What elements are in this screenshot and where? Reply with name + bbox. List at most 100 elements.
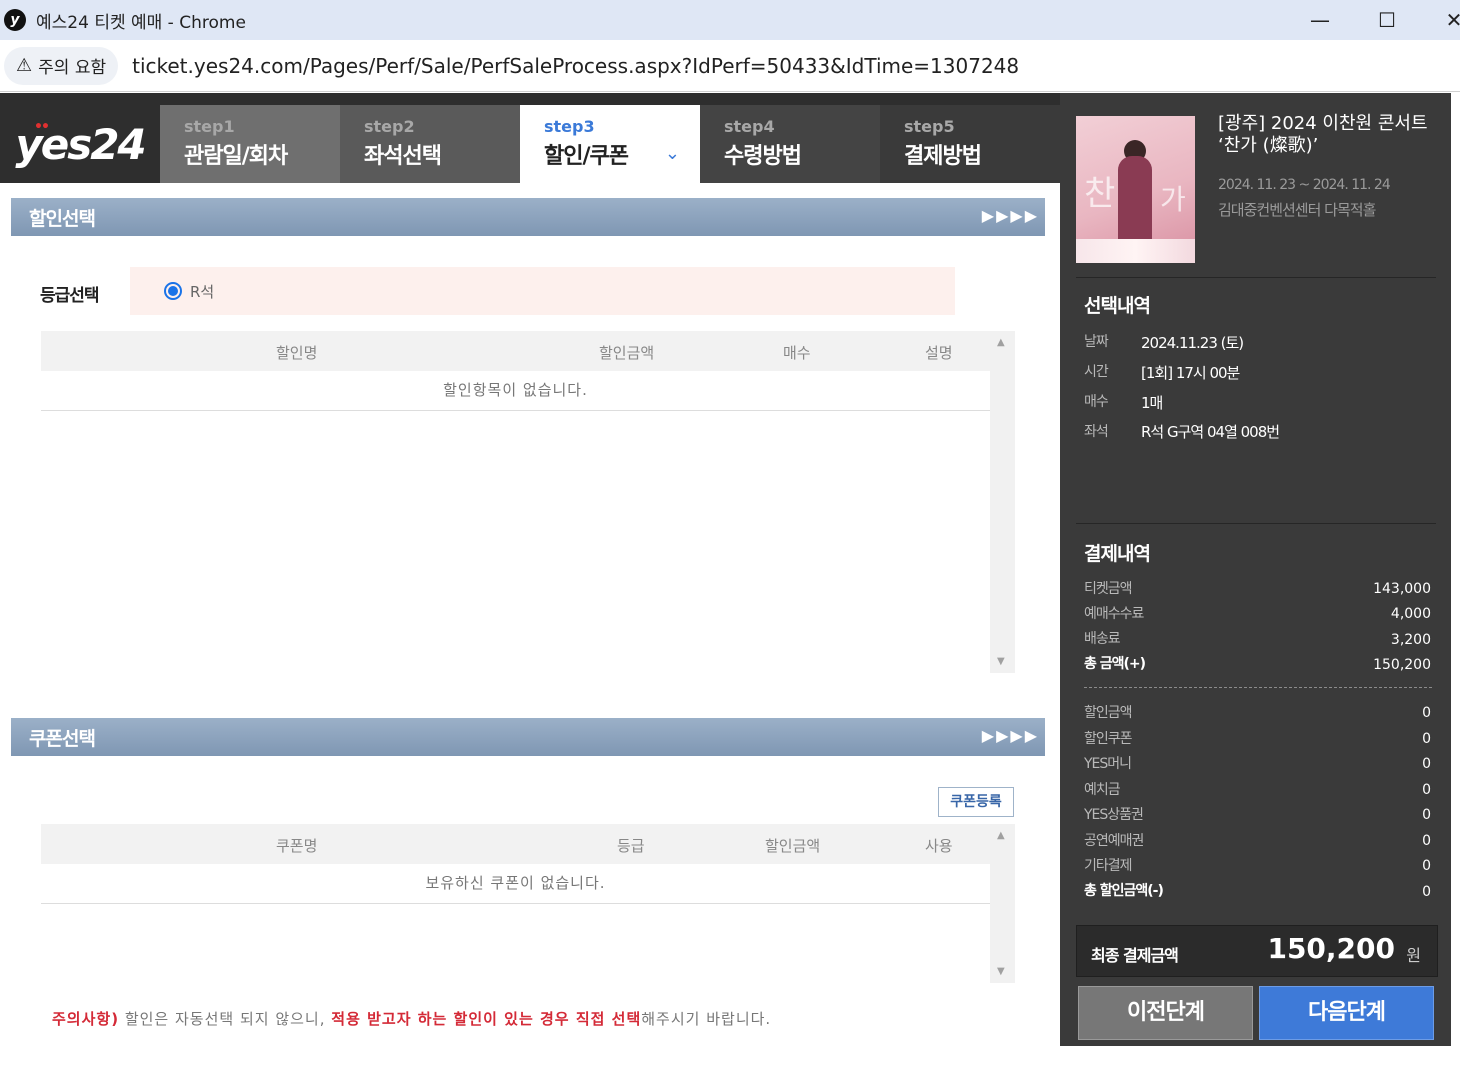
maximize-button[interactable]: ☐ — [1357, 0, 1417, 40]
selection-key: 매수 — [1084, 394, 1109, 410]
discount-table: 할인명 할인금액 매수 설명 할인항목이 없습니다. ▲ ▼ — [41, 331, 1015, 673]
notice-prefix: 주의사항) — [52, 1010, 120, 1028]
selection-value: 1매 — [1141, 394, 1163, 412]
arrow-right-icons: ▶▶▶▶ — [981, 726, 1039, 745]
payment-key: 티켓금액 — [1084, 581, 1133, 597]
address-bar: ⚠ 주의 요함 ticket.yes24.com/Pages/Perf/Sale… — [0, 40, 1460, 92]
discount-empty-message: 할인항목이 없습니다. — [41, 371, 990, 411]
coupon-register-button[interactable]: 쿠폰등록 — [938, 787, 1014, 817]
step-label: 결제방법 — [904, 144, 982, 169]
step-1-tab[interactable]: step1 관람일/회차 — [160, 105, 340, 183]
column-header: 할인금액 — [599, 344, 655, 362]
step-4-tab[interactable]: step4 수령방법 — [700, 105, 880, 183]
chevron-down-icon: ⌄ — [664, 143, 680, 164]
discount-notice: 주의사항) 할인은 자동선택 되지 않으니, 적용 받고자 하는 할인이 있는 … — [52, 1008, 771, 1029]
notice-highlight: 적용 받고자 하는 할인이 있는 경우 직접 선택 — [331, 1010, 642, 1028]
grade-label: 등급선택 — [40, 286, 100, 306]
scroll-down-icon[interactable]: ▼ — [997, 656, 1005, 667]
arrow-right-icons: ▶▶▶▶ — [981, 206, 1039, 225]
selection-key: 좌석 — [1084, 424, 1109, 440]
divider — [1076, 277, 1436, 278]
step-label: 수령방법 — [724, 144, 802, 169]
final-amount-box: 최종 결제금액 150,200 원 — [1076, 925, 1438, 977]
selection-value: R석 G구역 04열 008번 — [1141, 423, 1280, 441]
page-content: •• yes24 step1 관람일/회차 step2 좌석선택 step3 할… — [0, 93, 1460, 1065]
coupon-scrollbar[interactable]: ▲ ▼ — [990, 824, 1015, 983]
close-button[interactable]: ✕ — [1424, 0, 1460, 40]
discount-section-header: 할인선택 ▶▶▶▶ — [11, 198, 1045, 236]
discount-key: YES머니 — [1084, 756, 1132, 772]
step-2-tab[interactable]: step2 좌석선택 — [340, 105, 520, 183]
column-header: 등급 — [617, 837, 645, 855]
payment-value-total: 150,200 — [1373, 657, 1431, 673]
coupon-table-header: 쿠폰명 등급 할인금액 사용 — [41, 824, 990, 864]
step-5-tab[interactable]: step5 결제방법 — [880, 105, 1060, 183]
prev-step-button[interactable]: 이전단계 — [1078, 986, 1253, 1040]
discount-key-total: 총 할인금액(-) — [1084, 883, 1164, 899]
discount-key: YES상품권 — [1084, 807, 1144, 823]
payment-value: 3,200 — [1390, 632, 1431, 648]
discount-value: 0 — [1422, 756, 1431, 772]
yes24-logo[interactable]: •• yes24 — [0, 105, 160, 183]
final-amount-value: 150,200 — [1267, 932, 1395, 965]
discount-key: 할인금액 — [1084, 705, 1133, 721]
step-number: step4 — [724, 117, 775, 136]
discount-value: 0 — [1422, 705, 1431, 721]
booking-header: •• yes24 step1 관람일/회차 step2 좌석선택 step3 할… — [0, 105, 1060, 183]
discount-value: 0 — [1422, 858, 1431, 874]
performance-poster: 찬 가 — [1076, 116, 1195, 263]
scroll-up-icon[interactable]: ▲ — [997, 337, 1005, 348]
discount-scrollbar[interactable]: ▲ ▼ — [990, 331, 1015, 673]
discount-key: 공연예매권 — [1084, 833, 1144, 849]
selection-value: 2024.11.23 (토) — [1141, 334, 1244, 352]
column-header: 할인금액 — [765, 837, 821, 855]
payment-value: 4,000 — [1390, 606, 1431, 622]
discount-key: 예치금 — [1084, 782, 1121, 798]
step-number: step3 — [544, 117, 595, 136]
warning-icon: ⚠ — [16, 55, 33, 76]
logo-dots-icon: •• — [34, 119, 50, 135]
discount-value: 0 — [1422, 833, 1431, 849]
step-number: step5 — [904, 117, 955, 136]
discount-key: 기타결제 — [1084, 858, 1133, 874]
column-header: 할인명 — [276, 344, 318, 362]
column-header: 사용 — [925, 837, 953, 855]
discount-table-header: 할인명 할인금액 매수 설명 — [41, 331, 990, 371]
notice-text: 해주시기 바랍니다. — [641, 1010, 772, 1028]
minimize-button[interactable]: — — [1290, 0, 1350, 40]
discount-value: 0 — [1422, 782, 1431, 798]
discount-key: 할인쿠폰 — [1084, 731, 1133, 747]
poster-char: 찬 — [1084, 174, 1116, 214]
performance-venue: 김대중컨벤션센터 다목적홀 — [1218, 201, 1376, 219]
window-title: 예스24 티켓 예매 - Chrome — [36, 12, 246, 33]
next-step-button[interactable]: 다음단계 — [1259, 986, 1434, 1040]
performance-date-range: 2024. 11. 23 ~ 2024. 11. 24 — [1218, 177, 1391, 193]
poster-char: 가 — [1160, 183, 1186, 216]
yes24-app-icon: y — [4, 9, 26, 31]
step-3-tab-active[interactable]: step3 할인/쿠폰 ⌄ — [520, 105, 700, 183]
window-titlebar: y 예스24 티켓 예매 - Chrome — ☐ ✕ — [0, 0, 1460, 40]
payment-heading: 결제내역 — [1084, 543, 1151, 565]
column-header: 매수 — [783, 344, 811, 362]
grade-option-label[interactable]: R석 — [190, 281, 214, 302]
step-label: 좌석선택 — [364, 144, 442, 169]
booking-summary-panel: 찬 가 [광주] 2024 이찬원 콘서트 ‘찬가 (燦歌)’ 2024. 11… — [1060, 93, 1451, 1046]
security-indicator[interactable]: ⚠ 주의 요함 — [4, 46, 119, 85]
coupon-section-header: 쿠폰선택 ▶▶▶▶ — [11, 718, 1045, 756]
final-amount-unit: 원 — [1406, 946, 1421, 965]
payment-key-total: 총 금액(+) — [1084, 656, 1146, 672]
dashed-divider — [1084, 687, 1432, 688]
url-field[interactable]: ticket.yes24.com/Pages/Perf/Sale/PerfSal… — [132, 54, 1019, 78]
coupon-table: 쿠폰명 등급 할인금액 사용 보유하신 쿠폰이 없습니다. ▲ ▼ — [41, 824, 1015, 983]
selection-key: 날짜 — [1084, 334, 1109, 350]
scroll-up-icon[interactable]: ▲ — [997, 830, 1005, 841]
step-number: step1 — [184, 117, 235, 136]
grade-radio-r[interactable] — [164, 282, 182, 300]
payment-key: 예매수수료 — [1084, 606, 1144, 622]
payment-value: 143,000 — [1373, 581, 1431, 597]
step-number: step2 — [364, 117, 415, 136]
header-top-strip — [0, 93, 1060, 105]
selection-key: 시간 — [1084, 364, 1109, 380]
section-title: 쿠폰선택 — [29, 728, 96, 750]
scroll-down-icon[interactable]: ▼ — [997, 966, 1005, 977]
